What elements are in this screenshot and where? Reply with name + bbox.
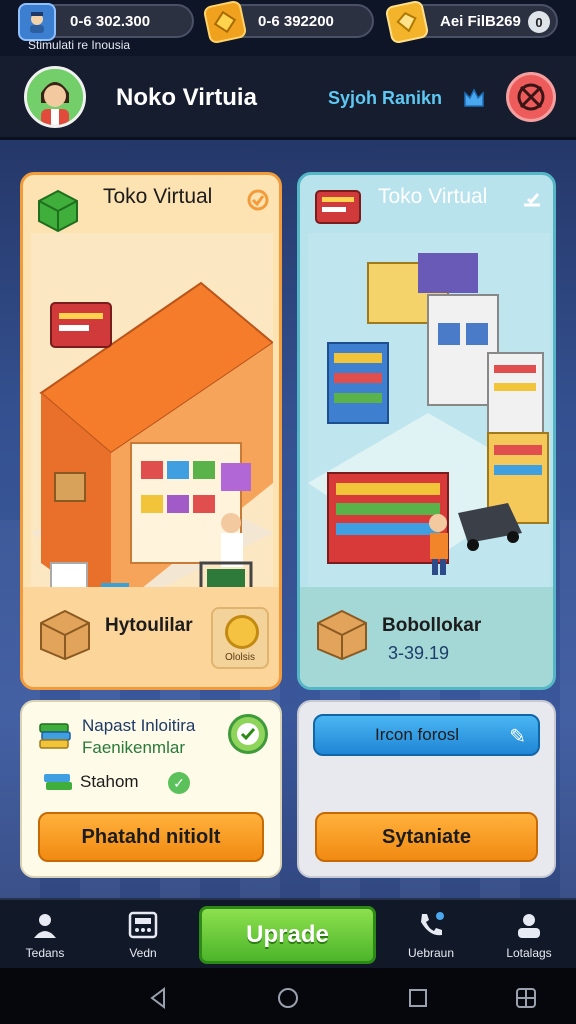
close-icon — [517, 83, 545, 111]
nav-item-vedn[interactable]: Vedn — [98, 910, 188, 960]
input-label: Ircon forosl — [375, 725, 460, 744]
nav-label: Lotalags — [506, 946, 552, 960]
status-label: Stahom — [80, 772, 139, 791]
store-card-small[interactable]: Toko Virtual Hytoulilar Ololsis — [20, 172, 282, 690]
avatar[interactable] — [24, 66, 86, 128]
info-panel: Napast Inloitira Faenikenmlar Stahom ✓ P… — [20, 700, 282, 878]
crown-icon — [464, 88, 484, 107]
card-footer-value: 3-39.19 — [388, 643, 450, 663]
resource-add-button[interactable]: 0 — [528, 11, 550, 33]
cash-stack-icon — [44, 774, 72, 790]
input-panel: Ircon forosl ✎ Sytaniate — [297, 700, 556, 878]
screenshot-icon[interactable] — [514, 986, 538, 1010]
nav-item-uebraun[interactable]: Uebraun — [386, 910, 476, 960]
gold-coin-icon — [202, 0, 248, 45]
resource-coins[interactable]: 0-6 392200 — [202, 0, 374, 45]
supermarket-illustration — [308, 233, 550, 633]
upgrade-button[interactable]: Uprade — [199, 906, 376, 964]
check-icon[interactable] — [521, 189, 543, 211]
card-footer-label: Bobollokar — [382, 615, 482, 636]
coin-icon — [225, 615, 259, 649]
info-line-1: Napast Inloitira — [82, 716, 196, 735]
compass-check-icon — [237, 723, 259, 745]
edit-badge-icon[interactable] — [247, 189, 269, 211]
nav-label: Vedn — [129, 946, 157, 960]
green-box-icon — [38, 189, 78, 233]
status-check-icon: ✓ — [168, 772, 190, 794]
resource-gems[interactable]: Aei FilB269 0 — [384, 0, 558, 45]
close-button[interactable] — [506, 72, 556, 122]
resource-profile[interactable]: 0-6 302.300 — [18, 3, 194, 41]
stack-cards-icon — [39, 723, 71, 749]
nav-label: Uebraun — [407, 946, 455, 960]
store-card-large[interactable]: Toko Virtual Bobollokar 3-39.19 — [297, 172, 556, 690]
system-navigation-bar — [0, 968, 576, 1024]
recent-apps-icon[interactable] — [406, 986, 430, 1010]
bottom-navigation: Tedans Vedn Uprade Uebraun Lotalags — [0, 898, 576, 968]
card-title: Toko Virtual — [378, 185, 488, 208]
gem-icon — [384, 0, 430, 45]
profile-icon — [512, 910, 546, 940]
resource-value: Aei FilB269 — [440, 12, 521, 30]
page-title: Noko Virtuia — [116, 84, 257, 111]
card-title: Toko Virtual — [103, 185, 213, 208]
ranking-link[interactable]: Syjoh Ranikn — [328, 88, 442, 109]
badge-label: Ololsis — [224, 652, 255, 663]
primary-action-button[interactable]: Phatahd nitiolt — [38, 812, 264, 862]
page-subtitle: Stimulati re Inousia — [28, 38, 131, 52]
profile-badge-icon — [18, 3, 56, 41]
register-icon — [126, 910, 160, 940]
header: Noko Virtuia Syjoh Ranikn — [0, 56, 576, 140]
resource-value: 0-6 392200 — [258, 12, 334, 30]
info-line-2: Faenikenmlar — [82, 738, 185, 757]
status-bar: 0-6 302.300 0-6 392200 Aei FilB269 0 Sti… — [0, 0, 576, 56]
confirm-button[interactable] — [228, 714, 268, 754]
avatar-portrait-icon — [27, 69, 83, 125]
card-footer-label: Hytoulilar — [105, 615, 193, 636]
person-icon — [28, 910, 62, 940]
cardboard-box-icon — [40, 609, 90, 661]
coin-badge[interactable]: Ololsis — [211, 607, 269, 669]
synchronize-button[interactable]: Sytaniate — [315, 812, 538, 862]
resource-value: 0-6 302.300 — [70, 12, 151, 30]
store-sign-icon — [315, 190, 361, 224]
card-footer: Bobollokar 3-39.19 — [300, 587, 553, 687]
back-icon[interactable] — [146, 986, 170, 1010]
home-icon[interactable] — [276, 986, 300, 1010]
cardboard-box-icon — [317, 609, 367, 661]
pencil-icon: ✎ — [509, 726, 526, 748]
phone-icon — [414, 910, 448, 940]
nav-label: Tedans — [25, 946, 65, 960]
small-shop-illustration — [31, 233, 273, 633]
name-input[interactable]: Ircon forosl ✎ — [313, 714, 540, 756]
card-footer: Hytoulilar Ololsis — [23, 587, 279, 687]
nav-item-tedans[interactable]: Tedans — [0, 910, 90, 960]
nav-item-lotalags[interactable]: Lotalags — [484, 910, 574, 960]
